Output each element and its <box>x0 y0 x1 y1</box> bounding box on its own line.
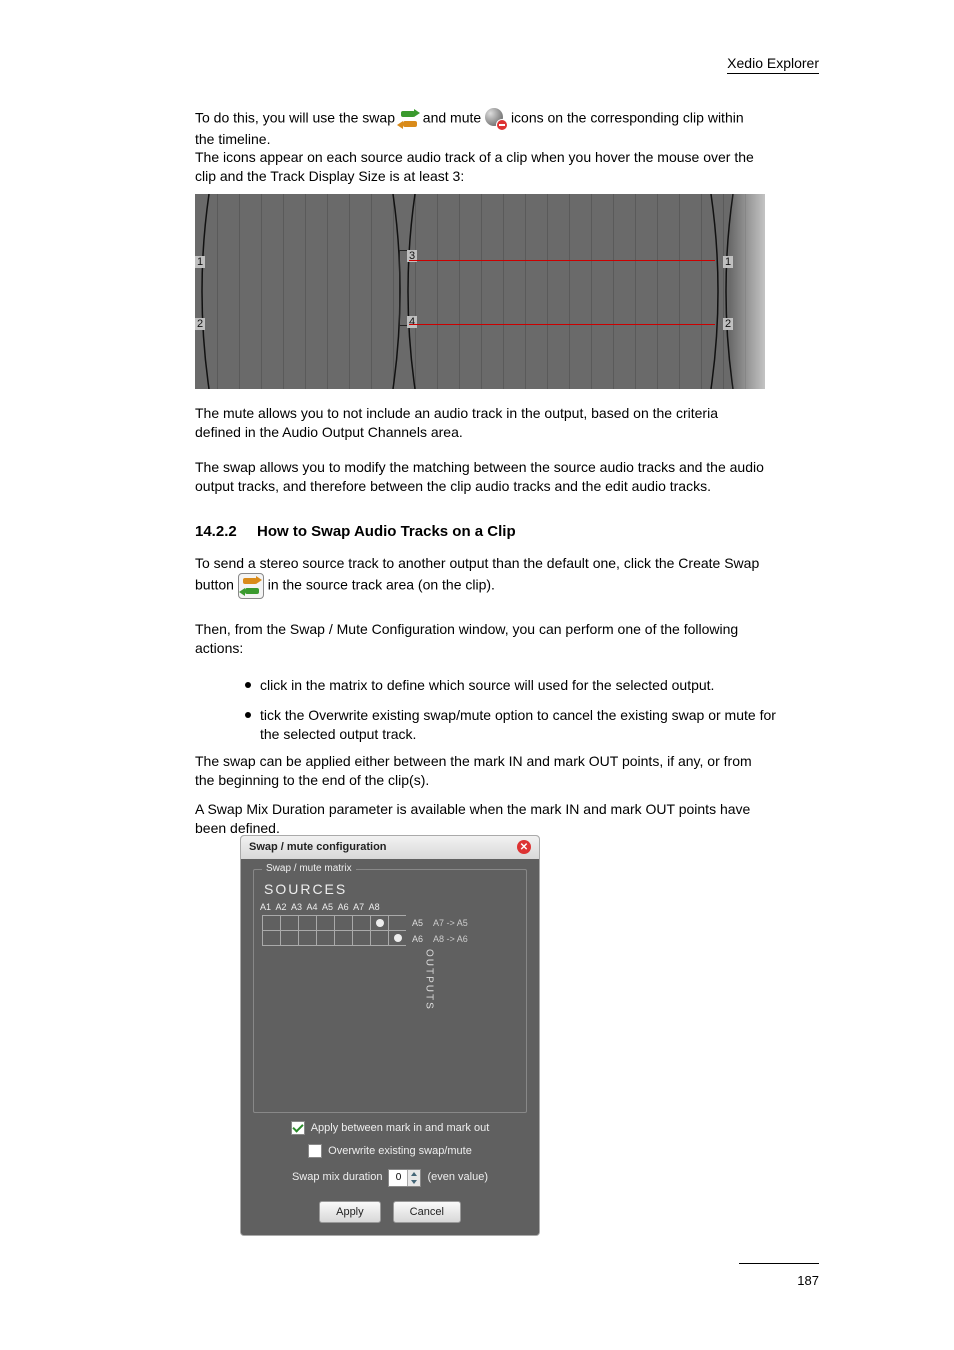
bullet-dot <box>245 712 251 718</box>
output-label: A6 <box>412 933 423 945</box>
section-heading: 14.2.2How to Swap Audio Tracks on a Clip <box>195 522 765 542</box>
text: in the source track area (on the clip). <box>268 577 495 593</box>
fieldset-legend: Swap / mute matrix <box>262 862 356 876</box>
apply-button[interactable]: Apply <box>319 1201 381 1224</box>
mapping-text: A8 -> A6 <box>433 933 468 945</box>
option-label: Overwrite existing swap/mute <box>328 1144 472 1159</box>
dialog-body: Swap / mute matrix SOURCES A1 A2 A3 A4 A… <box>241 859 539 1236</box>
swap-line <box>409 260 715 261</box>
text: and mute <box>423 110 485 126</box>
howto-line-2: Then, from the Swap / Mute Configuration… <box>195 620 765 658</box>
track-label: 4 <box>407 316 417 328</box>
swap-mix-duration-row: Swap mix duration 0 (even value) <box>253 1169 527 1187</box>
bullet-2: tick the Overwrite existing swap/mute op… <box>260 706 785 744</box>
matrix-grid[interactable]: A5 A7 -> A5 A6 A8 -> A6 OUTPUTS <box>262 915 518 947</box>
mute-icon <box>485 108 507 130</box>
swap-mix-spinner[interactable]: 0 <box>388 1169 421 1187</box>
swap-mute-dialog: Swap / mute configuration ✕ Swap / mute … <box>240 835 540 1236</box>
footer-rule <box>739 1263 819 1264</box>
output-label: A5 <box>412 917 423 929</box>
checkbox-icon[interactable] <box>308 1144 322 1158</box>
spinner-buttons[interactable] <box>407 1170 420 1186</box>
swap-mix-hint: (even value) <box>427 1170 488 1185</box>
page: Xedio Explorer To do this, you will use … <box>0 0 954 1350</box>
close-icon[interactable]: ✕ <box>517 840 531 854</box>
outputs-label: OUTPUTS <box>422 949 436 1011</box>
howto-line-3: The swap can be applied either between t… <box>195 752 765 790</box>
swap-mix-label: Swap mix duration <box>292 1170 383 1185</box>
page-header-title: Xedio Explorer <box>727 54 819 74</box>
howto-line-4: A Swap Mix Duration parameter is availab… <box>195 800 765 838</box>
swap-line <box>409 324 715 325</box>
checkbox-icon[interactable] <box>291 1121 305 1135</box>
dialog-buttons: Apply Cancel <box>253 1201 527 1224</box>
track-label: 2 <box>195 318 205 330</box>
matrix-node[interactable] <box>394 934 402 942</box>
cancel-button[interactable]: Cancel <box>393 1201 461 1224</box>
principle-mute: The mute allows you to not include an au… <box>195 404 765 442</box>
option-overwrite[interactable]: Overwrite existing swap/mute <box>253 1144 527 1159</box>
intro-para-2: The icons appear on each source audio tr… <box>195 148 765 186</box>
swap-icon <box>399 109 419 129</box>
intro-para-1: To do this, you will use the swap and mu… <box>195 108 765 149</box>
mapping-text: A7 -> A5 <box>433 917 468 929</box>
dialog-titlebar: Swap / mute configuration ✕ <box>241 836 539 859</box>
option-apply-between-marks[interactable]: Apply between mark in and mark out <box>253 1121 527 1136</box>
source-headers: A1 A2 A3 A4 A5 A6 A7 A8 <box>260 901 518 913</box>
track-label: 1 <box>195 256 205 268</box>
sources-label: SOURCES <box>264 880 518 899</box>
create-swap-button-icon <box>238 573 264 599</box>
option-label: Apply between mark in and mark out <box>311 1121 490 1136</box>
page-number: 187 <box>797 1272 819 1290</box>
bullet-1: click in the matrix to define which sour… <box>260 676 785 695</box>
bullet-dot <box>245 682 251 688</box>
swap-mute-matrix: Swap / mute matrix SOURCES A1 A2 A3 A4 A… <box>253 869 527 1113</box>
spinner-value[interactable]: 0 <box>389 1171 407 1185</box>
matrix-node[interactable] <box>376 919 384 927</box>
dialog-title: Swap / mute configuration <box>249 840 387 855</box>
text: To do this, you will use the swap <box>195 110 399 126</box>
howto-line-1: To send a stereo source track to another… <box>195 554 765 599</box>
timeline-illustration: 1 2 3 4 1 2 <box>195 194 765 389</box>
principle-swap: The swap allows you to modify the matchi… <box>195 458 765 496</box>
